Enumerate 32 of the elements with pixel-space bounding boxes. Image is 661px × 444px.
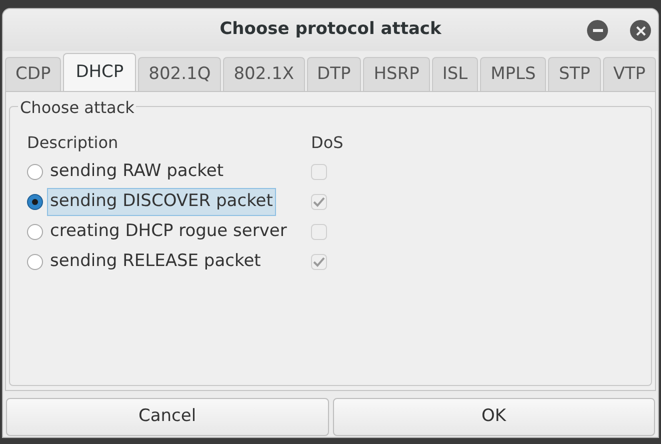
tab[interactable]: CDP bbox=[5, 57, 62, 91]
radio-label: sending RELEASE packet bbox=[50, 250, 261, 274]
tab[interactable]: VTP bbox=[602, 57, 656, 91]
check-icon bbox=[313, 197, 325, 207]
radio-button[interactable] bbox=[27, 164, 43, 180]
tab[interactable]: 802.1X bbox=[223, 57, 305, 91]
tab[interactable]: 802.1Q bbox=[138, 57, 222, 91]
close-button[interactable] bbox=[630, 20, 651, 41]
dos-checkbox[interactable] bbox=[311, 254, 327, 270]
dos-checkbox[interactable] bbox=[311, 194, 327, 210]
column-header: Description bbox=[27, 132, 120, 154]
radio-label: sending RAW packet bbox=[50, 160, 224, 184]
radio-label: sending DISCOVER packet bbox=[47, 188, 276, 216]
radio-button[interactable] bbox=[27, 254, 43, 270]
radio-button[interactable] bbox=[27, 224, 43, 240]
tab[interactable]: STP bbox=[548, 57, 601, 91]
dialog-button[interactable]: OK bbox=[332, 398, 655, 436]
check-icon bbox=[313, 257, 325, 267]
minimize-button[interactable] bbox=[587, 20, 608, 41]
radio-button[interactable] bbox=[27, 194, 43, 210]
dos-checkbox[interactable] bbox=[311, 224, 327, 240]
window-title: Choose protocol attack bbox=[220, 18, 442, 42]
tab[interactable]: HSRP bbox=[363, 57, 430, 91]
tab[interactable]: MPLS bbox=[480, 57, 546, 91]
close-icon bbox=[636, 26, 646, 36]
tab[interactable]: DTP bbox=[306, 57, 362, 91]
column-header: DoS bbox=[311, 132, 344, 154]
dos-checkbox[interactable] bbox=[311, 164, 327, 180]
tab[interactable]: DHCP bbox=[63, 53, 136, 91]
tab[interactable]: ISL bbox=[432, 57, 478, 91]
dialog-button[interactable]: Cancel bbox=[6, 398, 328, 436]
radio-label: creating DHCP rogue server bbox=[50, 220, 287, 244]
